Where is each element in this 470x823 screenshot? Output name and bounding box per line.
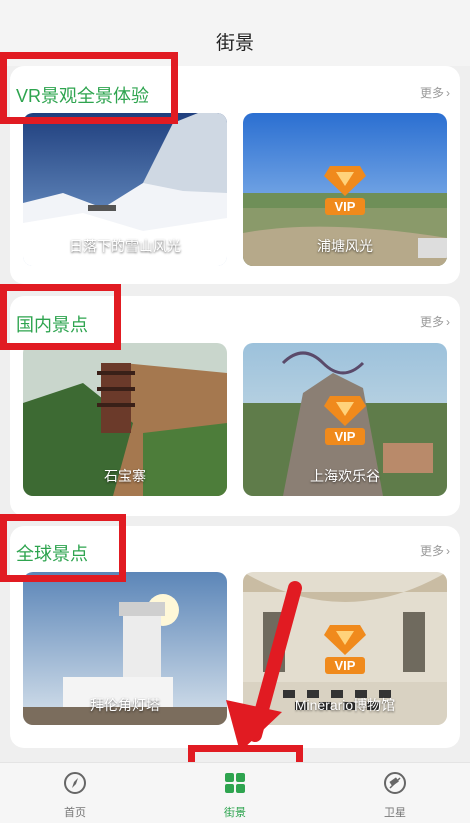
tab-street-view[interactable]: 街景 <box>195 771 275 820</box>
grid-icon <box>225 773 245 793</box>
bottom-tab-bar: 首页 街景 卫星 <box>0 762 470 823</box>
compass-icon <box>64 772 86 794</box>
tab-home[interactable]: 首页 <box>35 771 115 820</box>
satellite-icon <box>384 772 406 794</box>
tab-satellite[interactable]: 卫星 <box>355 771 435 820</box>
red-arrow-annotation <box>226 581 302 752</box>
